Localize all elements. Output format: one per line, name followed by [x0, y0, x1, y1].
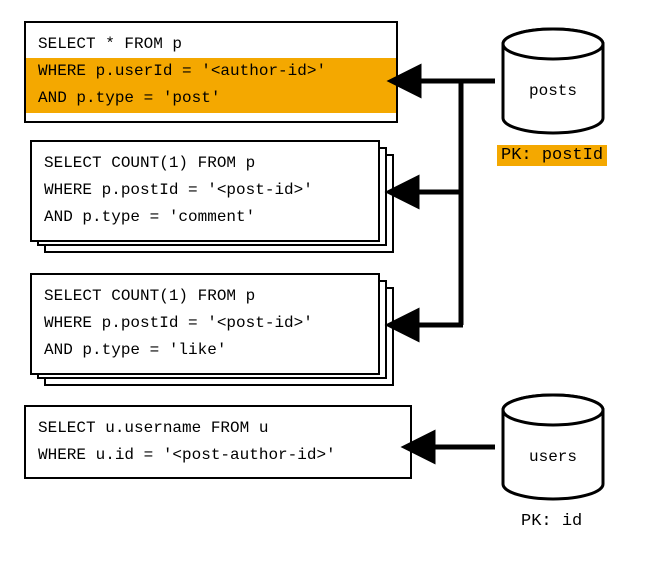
pk-label-posts: PK: postId	[497, 146, 607, 165]
pk-label-users: PK: id	[521, 512, 582, 531]
query-box-likes: SELECT COUNT(1) FROM p WHERE p.postId = …	[30, 273, 380, 375]
query-line: SELECT COUNT(1) FROM p	[44, 283, 366, 310]
query-line: SELECT u.username FROM u	[38, 415, 398, 442]
query-line: WHERE p.postId = '<post-id>'	[44, 310, 366, 337]
query-line: AND p.type = 'comment'	[44, 204, 366, 231]
query-box-comments: SELECT COUNT(1) FROM p WHERE p.postId = …	[30, 140, 380, 242]
query-line: AND p.type = 'like'	[44, 337, 366, 364]
database-label-posts: posts	[503, 82, 603, 100]
query-line-highlighted: AND p.type = 'post'	[26, 85, 396, 112]
database-icon	[498, 392, 608, 502]
query-line: SELECT * FROM p	[38, 31, 384, 58]
query-line-highlighted: WHERE p.userId = '<author-id>'	[26, 58, 396, 85]
query-line: SELECT COUNT(1) FROM p	[44, 150, 366, 177]
query-box-users: SELECT u.username FROM u WHERE u.id = '<…	[24, 405, 412, 479]
database-icon	[498, 26, 608, 136]
query-line: WHERE p.postId = '<post-id>'	[44, 177, 366, 204]
database-label-users: users	[503, 448, 603, 466]
query-box-posts: SELECT * FROM p WHERE p.userId = '<autho…	[24, 21, 398, 123]
query-line: WHERE u.id = '<post-author-id>'	[38, 442, 398, 469]
